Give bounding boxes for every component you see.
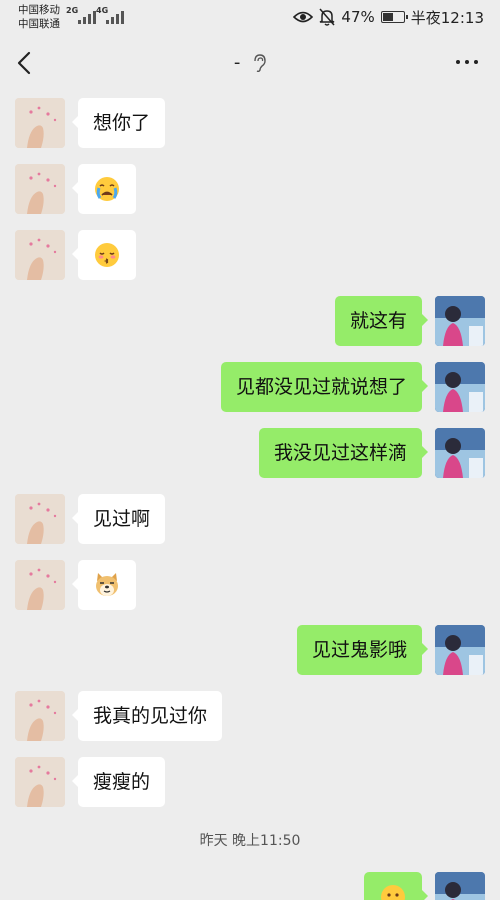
carrier-2: 中国联通	[18, 18, 60, 30]
emoji-face-icon	[381, 885, 405, 900]
battery-icon	[380, 11, 408, 23]
message-incoming: 见过啊	[0, 494, 500, 544]
my-avatar[interactable]	[435, 625, 485, 675]
message-outgoing: 就这有	[0, 296, 500, 346]
mute-bell-icon	[319, 8, 335, 26]
more-dot	[474, 60, 478, 64]
signal-1-type: 2G	[66, 6, 79, 15]
message-bubble[interactable]: 就这有	[334, 296, 429, 346]
more-dot	[456, 60, 460, 64]
carrier-1: 中国移动	[18, 4, 60, 16]
kissing-face-icon	[95, 243, 119, 267]
more-dot	[465, 60, 469, 64]
contact-avatar[interactable]	[15, 494, 65, 544]
message-incoming: 我真的见过你	[0, 691, 500, 741]
message-outgoing: 我没见过这样滴	[0, 428, 500, 478]
message-list[interactable]: 想你了 就这有 见都没见过就说想了 我没见过这样滴 见过啊 见过鬼影哦 我真的见…	[0, 92, 500, 900]
message-incoming: 瘦瘦的	[0, 757, 500, 807]
message-bubble[interactable]: 见过鬼影哦	[296, 625, 429, 675]
chat-header: -	[0, 36, 500, 92]
message-bubble[interactable]: 见过啊	[71, 494, 166, 544]
status-bar: 中国移动 中国联通 2G 4G 47% 半夜12:13	[0, 0, 500, 36]
contact-avatar[interactable]	[15, 164, 65, 214]
signal-1-icon	[78, 8, 96, 24]
eye-icon	[293, 11, 314, 23]
contact-avatar[interactable]	[15, 98, 65, 148]
contact-avatar[interactable]	[15, 230, 65, 280]
message-bubble[interactable]	[72, 560, 136, 610]
message-outgoing: 见都没见过就说想了	[0, 362, 500, 412]
chat-title-row: -	[0, 52, 500, 73]
message-bubble[interactable]	[364, 872, 428, 900]
message-outgoing: 见过鬼影哦	[0, 625, 500, 675]
message-incoming	[0, 560, 500, 610]
message-incoming: 想你了	[0, 98, 500, 148]
message-bubble[interactable]	[72, 164, 136, 214]
my-avatar[interactable]	[435, 872, 485, 900]
message-outgoing	[0, 872, 500, 900]
message-bubble[interactable]: 我没见过这样滴	[258, 428, 429, 478]
message-timestamp: 昨天 晚上11:50	[199, 833, 301, 849]
carrier-info: 中国移动 中国联通	[18, 3, 60, 31]
chat-title: -	[233, 52, 241, 73]
message-bubble[interactable]: 想你了	[71, 98, 166, 148]
more-button[interactable]	[456, 60, 478, 64]
message-bubble[interactable]	[72, 230, 136, 280]
message-bubble[interactable]: 瘦瘦的	[71, 757, 166, 807]
message-incoming	[0, 230, 500, 280]
contact-avatar[interactable]	[15, 691, 65, 741]
clock: 半夜12:13	[410, 8, 484, 27]
message-bubble[interactable]: 见都没见过就说想了	[220, 362, 429, 412]
my-avatar[interactable]	[435, 428, 485, 478]
contact-avatar[interactable]	[15, 757, 65, 807]
signal-2-icon	[106, 8, 124, 24]
my-avatar[interactable]	[435, 362, 485, 412]
message-bubble[interactable]: 我真的见过你	[71, 691, 223, 741]
battery-percent: 47%	[341, 8, 375, 26]
ear-icon	[254, 54, 266, 72]
my-avatar[interactable]	[435, 296, 485, 346]
doge-face-icon	[96, 573, 118, 596]
crying-face-icon	[95, 177, 119, 201]
message-incoming	[0, 164, 500, 214]
status-right: 47% 半夜12:13	[293, 7, 484, 27]
contact-avatar[interactable]	[15, 560, 65, 610]
